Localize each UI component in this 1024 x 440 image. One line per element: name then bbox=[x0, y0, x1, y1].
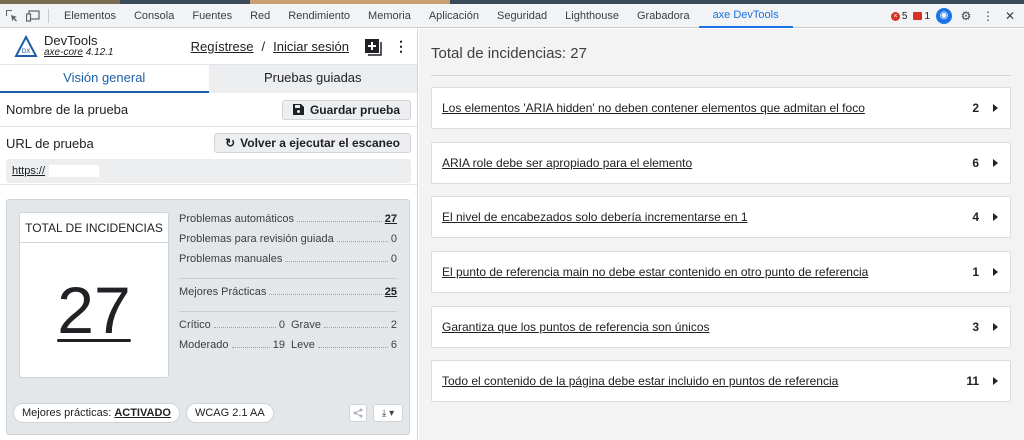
results-title: Total de incidencias: 27 bbox=[431, 45, 587, 62]
error-counter[interactable]: × 5 bbox=[890, 11, 907, 22]
issues-icon bbox=[913, 12, 923, 20]
svg-text:DX: DX bbox=[22, 48, 31, 55]
stat-best-practices-value[interactable]: 25 bbox=[385, 286, 397, 298]
chevron-right-icon bbox=[993, 377, 998, 385]
axe-menu-icon[interactable]: ⋮ bbox=[391, 38, 411, 55]
issue-row[interactable]: Los elementos 'ARIA hidden' no deben con… bbox=[431, 87, 1011, 129]
inspect-element-icon[interactable] bbox=[0, 4, 22, 28]
download-icon: ⤓ bbox=[381, 407, 387, 419]
axe-logo-icon: DX bbox=[14, 34, 38, 59]
tab-security[interactable]: Seguridad bbox=[488, 4, 556, 28]
stat-serious-value[interactable]: 2 bbox=[391, 319, 397, 331]
issue-count: 1 bbox=[972, 265, 979, 279]
stat-severity-row-2: Moderado 19 Leve 6 bbox=[179, 339, 397, 351]
export-dropdown[interactable]: ⤓ ▾ bbox=[373, 404, 403, 422]
save-icon bbox=[292, 104, 304, 115]
new-scan-icon[interactable] bbox=[363, 37, 383, 57]
tab-performance[interactable]: Rendimiento bbox=[279, 4, 359, 28]
rescan-button[interactable]: ↻ Volver a ejecutar el escaneo bbox=[214, 133, 411, 153]
register-link[interactable]: Regístrese bbox=[191, 39, 254, 54]
axe-header: DX DevTools axe-core 4.12.1 Regístrese /… bbox=[0, 29, 417, 65]
tab-memory[interactable]: Memoria bbox=[359, 4, 420, 28]
issue-count: 6 bbox=[972, 156, 979, 170]
issue-count: 2 bbox=[972, 101, 979, 115]
chevron-right-icon bbox=[993, 268, 998, 276]
brand-title: DevTools bbox=[44, 32, 98, 48]
stat-manual: Problemas manuales 0 bbox=[179, 253, 397, 265]
test-url-label: URL de prueba bbox=[6, 135, 94, 151]
stat-moderate-value[interactable]: 19 bbox=[273, 339, 285, 351]
test-name-row: Nombre de la prueba Guardar prueba bbox=[0, 93, 417, 127]
issue-row[interactable]: ARIA role debe ser apropiado para el ele… bbox=[431, 142, 1011, 184]
stat-automatic: Problemas automáticos 27 bbox=[179, 213, 397, 225]
tab-network[interactable]: Red bbox=[241, 4, 279, 28]
test-url-row: URL de prueba ↻ Volver a ejecutar el esc… bbox=[0, 127, 417, 185]
login-link[interactable]: Iniciar sesión bbox=[273, 39, 349, 54]
axe-left-panel: DX DevTools axe-core 4.12.1 Regístrese /… bbox=[0, 29, 418, 440]
more-options-icon[interactable]: ⋮ bbox=[980, 9, 996, 23]
close-devtools-icon[interactable]: ✕ bbox=[1002, 9, 1018, 23]
device-toolbar-icon[interactable] bbox=[22, 4, 44, 28]
issue-count: 4 bbox=[972, 210, 979, 224]
stat-severity-row-1: Crítico 0 Grave 2 bbox=[179, 319, 397, 331]
test-name-label: Nombre de la prueba bbox=[6, 102, 129, 117]
stat-minor-value[interactable]: 6 bbox=[391, 339, 397, 351]
settings-gear-icon[interactable]: ⚙ bbox=[958, 9, 974, 23]
url-redacted bbox=[49, 165, 100, 177]
issue-row[interactable]: Todo el contenido de la página debe esta… bbox=[431, 360, 1011, 402]
chevron-right-icon bbox=[993, 159, 998, 167]
error-icon: × bbox=[890, 11, 900, 21]
tab-console[interactable]: Consola bbox=[125, 4, 183, 28]
best-practices-toggle[interactable]: Mejores prácticas: ACTIVADO bbox=[13, 403, 180, 423]
issue-row[interactable]: El punto de referencia main no debe esta… bbox=[431, 251, 1011, 293]
chevron-down-icon: ▾ bbox=[389, 407, 395, 419]
issues-counter[interactable]: 1 bbox=[913, 11, 930, 22]
share-icon[interactable] bbox=[349, 404, 367, 422]
tab-recorder[interactable]: Grabadora bbox=[628, 4, 699, 28]
wcag-standard-badge[interactable]: WCAG 2.1 AA bbox=[185, 403, 274, 423]
tab-sources[interactable]: Fuentes bbox=[183, 4, 241, 28]
tab-axe-devtools[interactable]: axe DevTools bbox=[698, 4, 793, 28]
stat-best-practices: Mejores Prácticas 25 bbox=[179, 286, 397, 298]
refresh-icon: ↻ bbox=[225, 136, 236, 150]
axe-view-tabs: Visión general Pruebas guiadas bbox=[0, 65, 417, 93]
ai-assistant-icon[interactable]: ◉ bbox=[936, 8, 952, 24]
results-panel: Total de incidencias: 27 Los elementos '… bbox=[419, 29, 1024, 440]
tab-application[interactable]: Aplicación bbox=[420, 4, 488, 28]
save-test-button[interactable]: Guardar prueba bbox=[281, 99, 411, 120]
link-separator: / bbox=[261, 39, 266, 54]
stat-guided: Problemas para revisión guiada 0 bbox=[179, 233, 397, 245]
tab-guided-tests[interactable]: Pruebas guiadas bbox=[208, 65, 417, 93]
issue-count: 11 bbox=[966, 374, 979, 388]
total-issues-count[interactable]: 27 bbox=[20, 243, 168, 377]
summary-panel: TOTAL DE INCIDENCIAS 27 Problemas automá… bbox=[6, 199, 410, 435]
test-url-field[interactable]: https:// bbox=[6, 159, 411, 183]
total-issues-card: TOTAL DE INCIDENCIAS 27 bbox=[19, 212, 169, 378]
axe-core-version: axe-core 4.12.1 bbox=[44, 46, 114, 58]
issue-row[interactable]: Garantiza que los puntos de referencia s… bbox=[431, 306, 1011, 348]
chevron-right-icon bbox=[993, 323, 998, 331]
stat-automatic-value[interactable]: 27 bbox=[385, 213, 397, 225]
chevron-right-icon bbox=[993, 104, 998, 112]
issue-row[interactable]: El nivel de encabezados solo debería inc… bbox=[431, 196, 1011, 238]
issue-stats: Problemas automáticos 27 Problemas para r… bbox=[179, 212, 397, 358]
issue-count: 3 bbox=[972, 320, 979, 334]
devtools-tabbar: Elementos Consola Fuentes Red Rendimient… bbox=[0, 4, 1024, 28]
total-issues-title: TOTAL DE INCIDENCIAS bbox=[20, 213, 168, 243]
chevron-right-icon bbox=[993, 213, 998, 221]
tab-overview[interactable]: Visión general bbox=[0, 65, 209, 93]
tab-lighthouse[interactable]: Lighthouse bbox=[556, 4, 628, 28]
tab-elements[interactable]: Elementos bbox=[55, 4, 125, 28]
test-url-value[interactable]: https:// bbox=[12, 165, 45, 177]
summary-footer: Mejores prácticas: ACTIVADO WCAG 2.1 AA … bbox=[13, 402, 403, 424]
